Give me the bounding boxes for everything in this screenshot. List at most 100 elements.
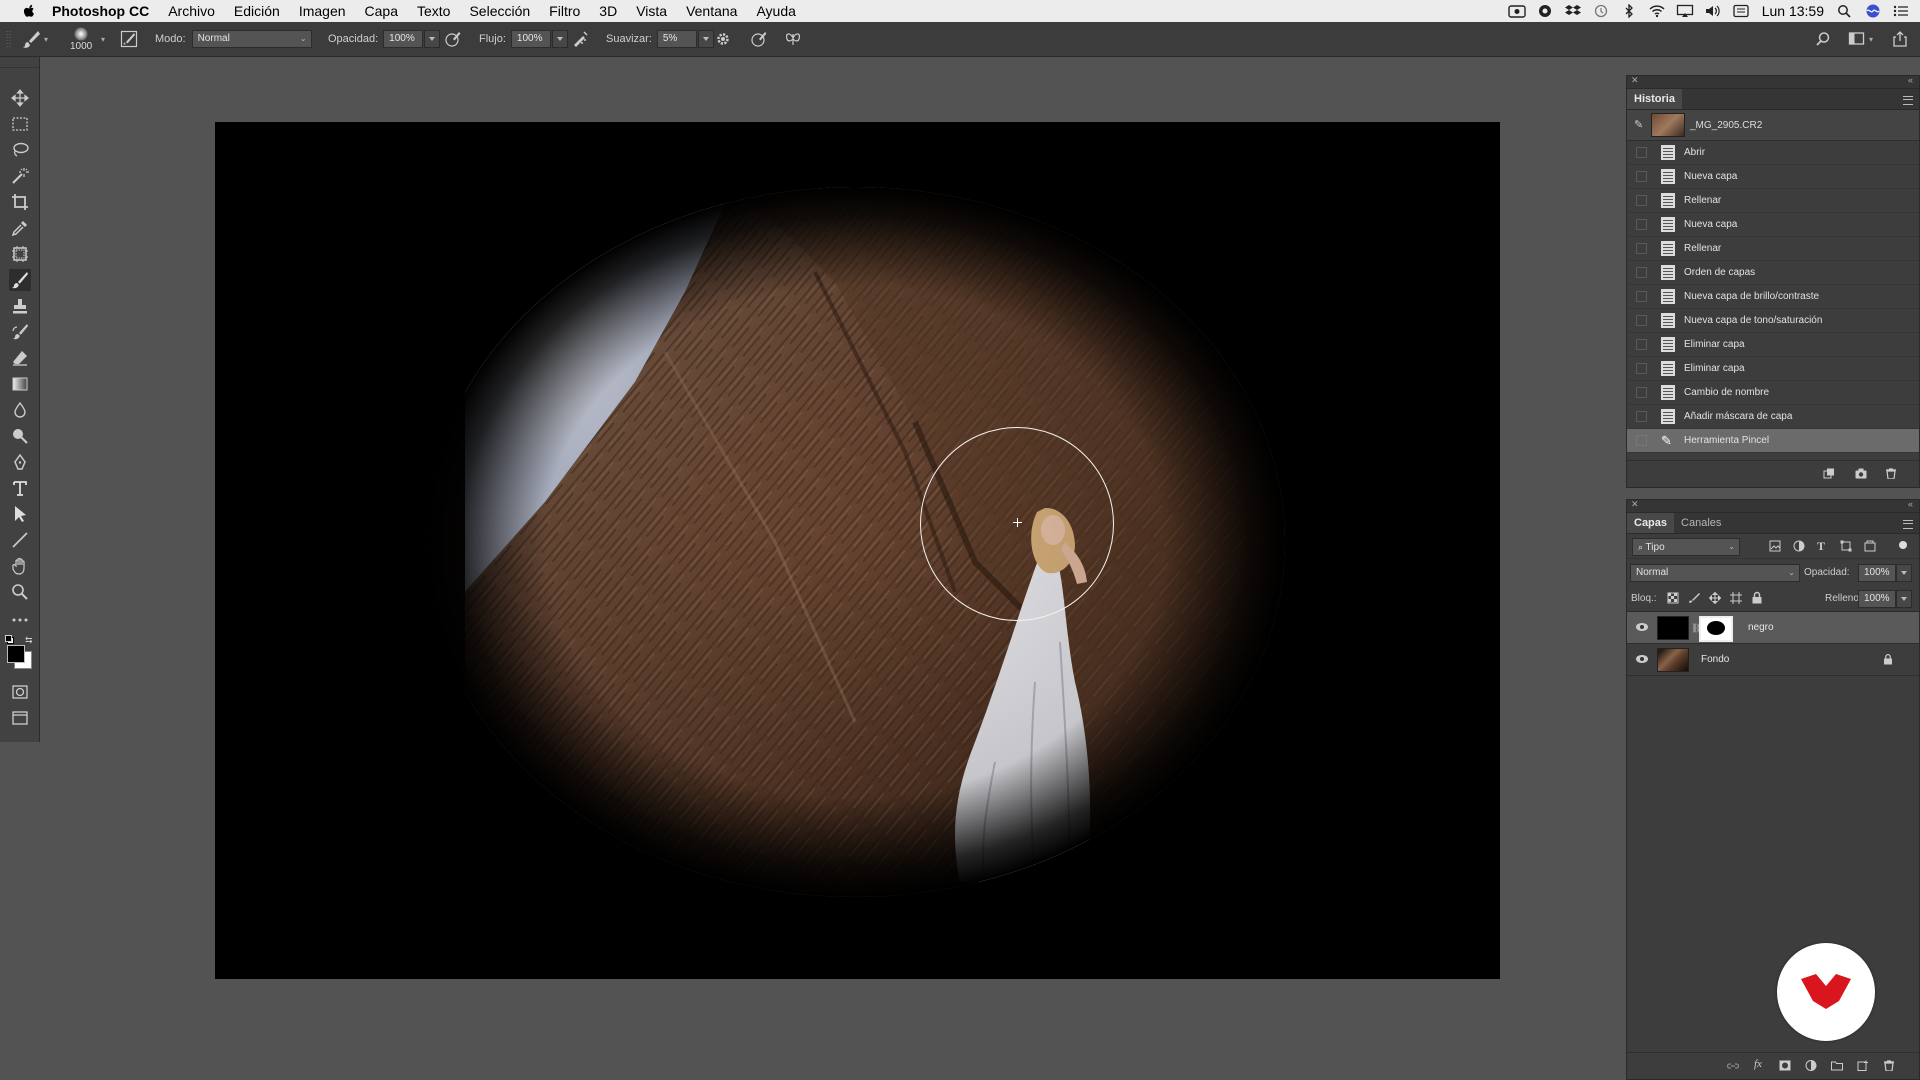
marquee-tool[interactable]: [9, 113, 31, 135]
menu-capa[interactable]: Capa: [365, 0, 398, 22]
history-source-checkbox[interactable]: [1636, 171, 1647, 182]
history-source-checkbox[interactable]: [1636, 339, 1647, 350]
new-document-from-state-icon[interactable]: [1823, 468, 1835, 479]
lasso-tool[interactable]: [9, 139, 31, 161]
fill-slider-button[interactable]: [1896, 590, 1912, 608]
gradient-tool[interactable]: [9, 373, 31, 395]
trash-icon[interactable]: [1883, 1060, 1895, 1071]
history-item[interactable]: Eliminar capa: [1627, 357, 1919, 381]
camera-snapshot-icon[interactable]: [1855, 468, 1867, 479]
close-icon[interactable]: ✕: [1631, 75, 1639, 86]
path-selection-tool[interactable]: [9, 503, 31, 525]
brush-panel-toggle[interactable]: [120, 22, 138, 56]
layer-name[interactable]: Fondo: [1701, 654, 1729, 665]
history-source-checkbox[interactable]: [1636, 219, 1647, 230]
volume-icon[interactable]: [1704, 4, 1722, 18]
tool-preset-picker[interactable]: ▾: [20, 22, 48, 56]
history-source-checkbox[interactable]: [1636, 435, 1647, 446]
lock-all-icon[interactable]: [1751, 591, 1763, 604]
quick-mask-button[interactable]: [9, 681, 31, 703]
flow-input[interactable]: 100%: [510, 30, 551, 48]
clock[interactable]: Lun 13:59: [1762, 3, 1824, 19]
screen-record-icon[interactable]: [1508, 4, 1526, 18]
time-machine-icon[interactable]: [1592, 4, 1610, 18]
frame-tool[interactable]: [9, 243, 31, 265]
history-item[interactable]: Nueva capa: [1627, 213, 1919, 237]
filter-pixel-icon[interactable]: [1769, 540, 1781, 552]
flow-slider-button[interactable]: [551, 30, 568, 48]
move-tool[interactable]: [9, 87, 31, 109]
smoothing-options-button[interactable]: [715, 22, 731, 56]
opacity-slider-button[interactable]: [424, 30, 441, 48]
menu-texto[interactable]: Texto: [417, 0, 450, 22]
screen-mode-button[interactable]: [9, 707, 31, 729]
history-source-checkbox[interactable]: [1636, 147, 1647, 158]
wifi-icon[interactable]: [1648, 4, 1666, 18]
history-source-checkbox[interactable]: [1636, 195, 1647, 206]
eyedropper-tool[interactable]: [9, 217, 31, 239]
panel-menu-icon[interactable]: [1903, 96, 1913, 105]
menu-filtro[interactable]: Filtro: [549, 0, 580, 22]
layer-mask-thumbnail[interactable]: [1699, 616, 1733, 642]
document-canvas[interactable]: [215, 122, 1500, 979]
history-item[interactable]: Nueva capa de tono/saturación: [1627, 309, 1919, 333]
layer-row-fondo[interactable]: Fondo: [1627, 644, 1919, 676]
smoothing-input[interactable]: 5%: [656, 30, 697, 48]
layer-filter-select[interactable]: ⌕ Tipo ⌄: [1632, 538, 1740, 556]
lock-artboard-icon[interactable]: [1730, 592, 1742, 604]
tab-canales[interactable]: Canales: [1674, 513, 1728, 533]
link-layers-icon[interactable]: [1727, 1060, 1739, 1071]
history-item[interactable]: Orden de capas: [1627, 261, 1919, 285]
brush-preset-dropdown[interactable]: ▾: [101, 22, 105, 56]
menu-imagen[interactable]: Imagen: [299, 0, 346, 22]
pen-tool[interactable]: [9, 451, 31, 473]
menu-ayuda[interactable]: Ayuda: [756, 0, 795, 22]
layer-name[interactable]: negro: [1748, 622, 1774, 633]
zoom-tool[interactable]: [9, 581, 31, 603]
new-layer-icon[interactable]: [1857, 1060, 1869, 1071]
history-source-checkbox[interactable]: [1636, 411, 1647, 422]
swap-colors-icon[interactable]: ⇆: [25, 635, 33, 646]
history-source-checkbox[interactable]: [1636, 291, 1647, 302]
history-source-checkbox[interactable]: [1636, 243, 1647, 254]
blur-tool[interactable]: [9, 399, 31, 421]
input-source-icon[interactable]: [1732, 4, 1750, 18]
add-mask-icon[interactable]: [1779, 1060, 1791, 1071]
history-snapshot[interactable]: ✎ _MG_2905.CR2: [1627, 110, 1919, 141]
layer-opacity-input[interactable]: 100%: [1858, 564, 1896, 582]
history-item[interactable]: Nueva capa de brillo/contraste: [1627, 285, 1919, 309]
history-item[interactable]: Eliminar capa: [1627, 333, 1919, 357]
menu-archivo[interactable]: Archivo: [168, 0, 215, 22]
history-item-current[interactable]: ✎ Herramienta Pincel: [1627, 429, 1919, 453]
app-name-menu[interactable]: Photoshop CC: [52, 3, 149, 19]
menu-vista[interactable]: Vista: [636, 0, 667, 22]
opacity-input[interactable]: 100%: [383, 30, 424, 48]
menu-edicion[interactable]: Edición: [234, 0, 280, 22]
filter-adjustment-icon[interactable]: [1793, 540, 1805, 552]
type-tool[interactable]: [9, 477, 31, 499]
history-item[interactable]: Rellenar: [1627, 237, 1919, 261]
magic-wand-tool[interactable]: [9, 165, 31, 187]
collapse-icon[interactable]: «: [1908, 75, 1913, 85]
menu-ventana[interactable]: Ventana: [686, 0, 737, 22]
clone-stamp-tool[interactable]: [9, 295, 31, 317]
default-colors-icon[interactable]: [5, 635, 14, 644]
menu-seleccion[interactable]: Selección: [469, 0, 530, 22]
edit-toolbar-button[interactable]: [9, 609, 31, 631]
workspace-switcher[interactable]: ▾: [1848, 22, 1873, 56]
history-item[interactable]: Añadir máscara de capa: [1627, 405, 1919, 429]
folder-icon[interactable]: [1831, 1060, 1843, 1071]
eye-visibility-icon[interactable]: [1636, 655, 1648, 663]
foreground-color-swatch[interactable]: [7, 645, 25, 663]
lock-transparent-pixels-icon[interactable]: [1667, 592, 1679, 604]
pressure-opacity-toggle[interactable]: [444, 22, 462, 56]
fx-layer-style-icon[interactable]: fx: [1754, 1058, 1762, 1070]
history-source-brush-icon[interactable]: ✎: [1634, 118, 1643, 131]
dodge-tool[interactable]: [9, 425, 31, 447]
tab-capas[interactable]: Capas: [1627, 513, 1675, 533]
adjustment-layer-icon[interactable]: [1805, 1060, 1817, 1071]
search-button[interactable]: [1815, 22, 1831, 56]
history-source-checkbox[interactable]: [1636, 267, 1647, 278]
history-brush-tool[interactable]: [9, 321, 31, 343]
mode-select[interactable]: Normal ⌄: [191, 30, 312, 48]
